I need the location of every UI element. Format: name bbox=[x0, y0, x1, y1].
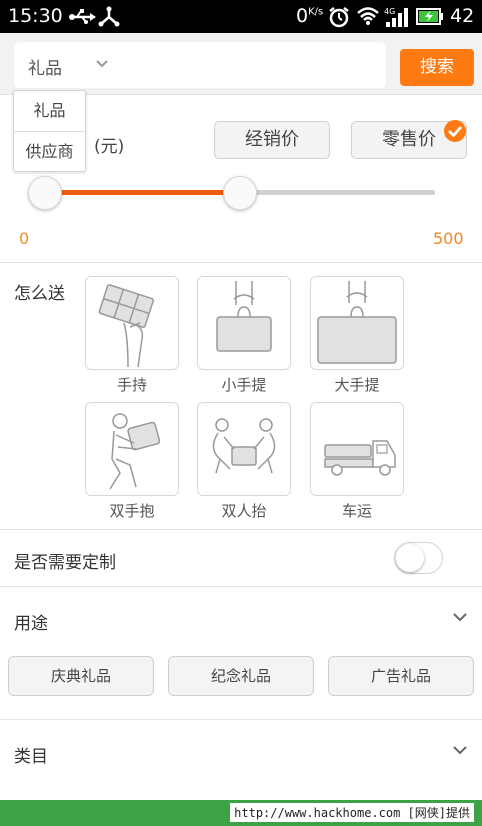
chevron-down-icon[interactable] bbox=[452, 742, 468, 758]
wifi-icon bbox=[357, 7, 379, 25]
watermark-banner: http://www.hackhome.com [网侠]提供 bbox=[0, 800, 482, 826]
delivery-option-truck[interactable]: 车运 bbox=[310, 402, 404, 521]
alarm-icon bbox=[329, 7, 349, 28]
divider bbox=[0, 262, 482, 263]
chevron-down-icon[interactable] bbox=[452, 609, 468, 625]
purpose-option-advertising[interactable]: 广告礼品 bbox=[328, 656, 474, 696]
signal-type: 4G bbox=[384, 7, 395, 16]
search-bar: 礼品 搜索 bbox=[0, 33, 482, 95]
battery-icon bbox=[416, 8, 443, 25]
purpose-label: 用途 bbox=[14, 614, 48, 634]
purpose-option-celebration[interactable]: 庆典礼品 bbox=[8, 656, 154, 696]
small-bag-icon bbox=[216, 281, 272, 352]
two-arm-carry-icon bbox=[109, 413, 161, 490]
share-icon bbox=[98, 6, 120, 27]
network-speed-value: 0 bbox=[296, 5, 309, 27]
search-input[interactable]: 礼品 bbox=[14, 42, 386, 88]
divider bbox=[0, 586, 482, 587]
delivery-option-hand-carry[interactable]: 手持 bbox=[85, 276, 179, 395]
search-button[interactable]: 搜索 bbox=[400, 49, 474, 86]
delivery-option-label: 大手提 bbox=[334, 376, 380, 394]
delivery-option-two-person-lift[interactable]: 双人抬 bbox=[197, 402, 291, 521]
purpose-option-commemorative[interactable]: 纪念礼品 bbox=[168, 656, 314, 696]
large-bag-icon bbox=[317, 281, 397, 364]
delivery-option-label: 双手抱 bbox=[109, 502, 155, 520]
usb-icon bbox=[69, 9, 96, 24]
price-max-label: 500 bbox=[433, 229, 464, 248]
customization-toggle[interactable] bbox=[394, 542, 443, 574]
status-bar: 15:30 0K/s 4G 42 bbox=[0, 0, 482, 33]
search-type-selector[interactable]: 礼品 bbox=[28, 54, 62, 79]
network-speed: 0K/s bbox=[296, 5, 323, 27]
hand-carry-icon bbox=[98, 284, 154, 368]
customization-label: 是否需要定制 bbox=[14, 553, 116, 573]
signal-icon: 4G bbox=[384, 7, 408, 27]
delivery-option-label: 车运 bbox=[341, 502, 372, 520]
dealer-price-button[interactable]: 经销价 bbox=[214, 121, 330, 159]
delivery-option-small-bag[interactable]: 小手提 bbox=[197, 276, 291, 395]
price-slider-min-handle[interactable] bbox=[28, 176, 62, 210]
delivery-option-two-arm-carry[interactable]: 双手抱 bbox=[85, 402, 179, 521]
chevron-down-icon[interactable] bbox=[94, 56, 110, 72]
price-unit-label: (元) bbox=[94, 137, 125, 157]
network-speed-unit: K/s bbox=[308, 6, 324, 18]
delivery-option-label: 小手提 bbox=[221, 376, 267, 394]
truck-icon bbox=[324, 440, 396, 476]
delivery-label: 怎么送 bbox=[14, 284, 65, 304]
status-time: 15:30 bbox=[8, 5, 63, 27]
divider bbox=[0, 719, 482, 720]
price-slider-max-handle[interactable] bbox=[223, 176, 257, 210]
dropdown-option-supplier[interactable]: 供应商 bbox=[14, 131, 85, 171]
watermark-text: http://www.hackhome.com [网侠]提供 bbox=[230, 803, 474, 822]
divider bbox=[0, 529, 482, 530]
delivery-option-large-bag[interactable]: 大手提 bbox=[310, 276, 404, 395]
price-min-label: 0 bbox=[19, 229, 30, 248]
delivery-option-label: 手持 bbox=[116, 376, 147, 394]
two-person-lift-icon bbox=[212, 418, 276, 474]
category-label: 类目 bbox=[14, 747, 48, 767]
delivery-option-label: 双人抬 bbox=[221, 502, 267, 520]
dropdown-option-gift[interactable]: 礼品 bbox=[14, 91, 85, 131]
battery-level: 42 bbox=[450, 5, 475, 27]
toggle-knob bbox=[396, 544, 424, 572]
check-icon bbox=[444, 120, 466, 142]
search-type-dropdown: 礼品 供应商 bbox=[13, 90, 86, 172]
price-slider-fill bbox=[45, 190, 240, 195]
